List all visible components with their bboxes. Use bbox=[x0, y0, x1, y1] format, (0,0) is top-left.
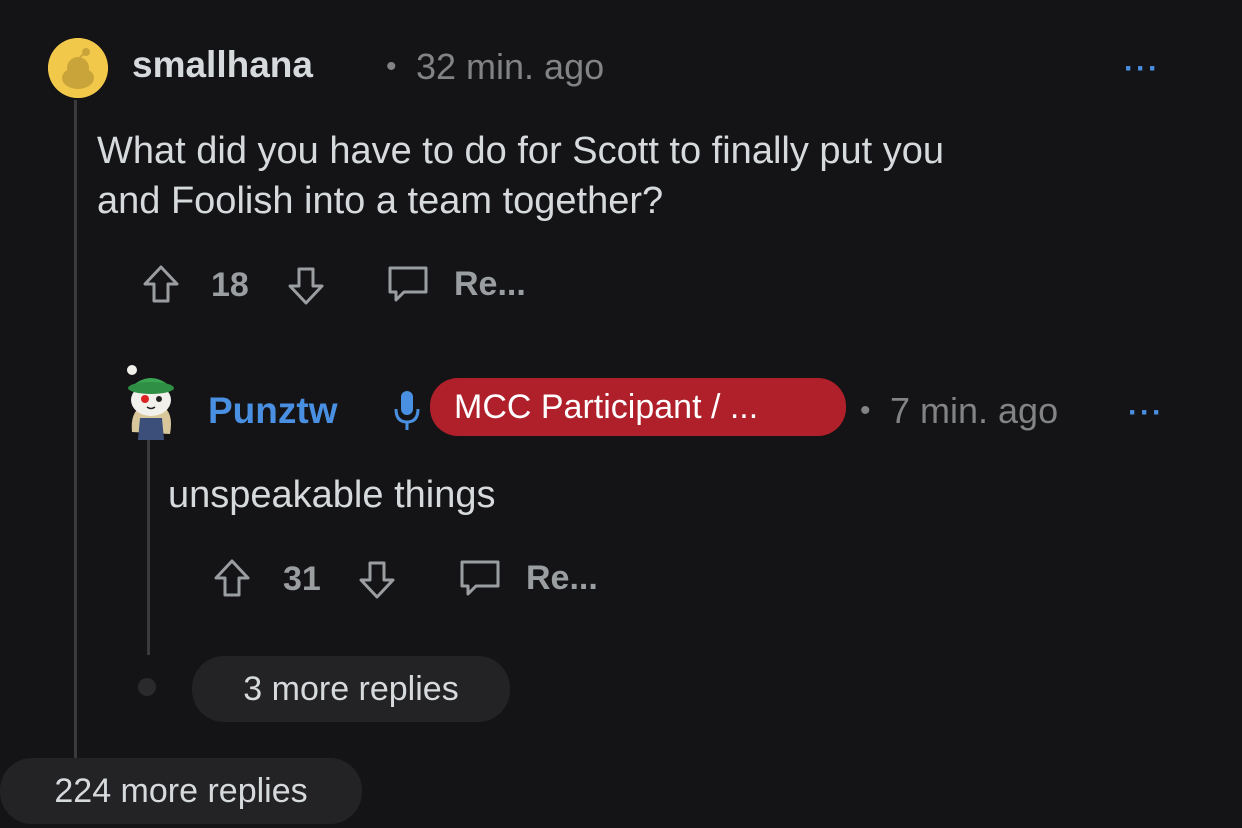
comment-username[interactable]: smallhana bbox=[132, 44, 313, 86]
reply-upvote-icon[interactable] bbox=[213, 558, 251, 598]
snoo-avatar-icon bbox=[48, 38, 108, 98]
avatar-punztw[interactable] bbox=[118, 362, 184, 442]
more-replies-nested-button[interactable]: 3 more replies bbox=[192, 656, 510, 722]
comment-vote-count: 18 bbox=[211, 266, 249, 304]
upvote-icon[interactable] bbox=[142, 264, 180, 304]
flair-label: MCC Participant / ... bbox=[454, 387, 759, 426]
reply-downvote-icon[interactable] bbox=[358, 560, 396, 600]
avatar-smallhana[interactable] bbox=[48, 38, 108, 98]
custom-avatar-icon bbox=[127, 365, 174, 440]
comment-separator: • bbox=[386, 50, 397, 83]
reply-time: 7 min. ago bbox=[890, 390, 1059, 431]
speech-bubble-icon bbox=[458, 558, 502, 598]
reply-button[interactable]: Re... bbox=[386, 264, 526, 304]
downvote-icon[interactable] bbox=[287, 266, 325, 306]
comment-text-line1: What did you have to do for Scott to fin… bbox=[97, 130, 945, 172]
microphone-icon bbox=[392, 389, 422, 433]
thread-line-main bbox=[74, 100, 77, 760]
thread-line-reply bbox=[147, 440, 150, 655]
reply-text: unspeakable things bbox=[168, 474, 496, 516]
user-flair-badge[interactable]: MCC Participant / ... bbox=[430, 378, 846, 436]
comment-more-button[interactable]: ··· bbox=[1124, 52, 1160, 86]
comment-text: What did you have to do for Scott to fin… bbox=[97, 126, 944, 226]
reply-label: Re... bbox=[454, 264, 526, 303]
reply-username[interactable]: Punztw bbox=[208, 390, 337, 432]
comment-text-line2: and Foolish into a team together? bbox=[97, 180, 664, 222]
comment-time: 32 min. ago bbox=[416, 46, 605, 87]
reply-reply-label: Re... bbox=[526, 558, 598, 597]
reply-separator: • bbox=[860, 394, 871, 427]
speech-bubble-icon bbox=[386, 264, 430, 304]
reply-more-button[interactable]: ··· bbox=[1128, 396, 1164, 430]
thread-collapsed-dot bbox=[138, 678, 156, 696]
reply-vote-count: 31 bbox=[283, 560, 321, 598]
more-replies-thread-button[interactable]: 224 more replies bbox=[0, 758, 362, 824]
reply-reply-button[interactable]: Re... bbox=[458, 558, 598, 598]
